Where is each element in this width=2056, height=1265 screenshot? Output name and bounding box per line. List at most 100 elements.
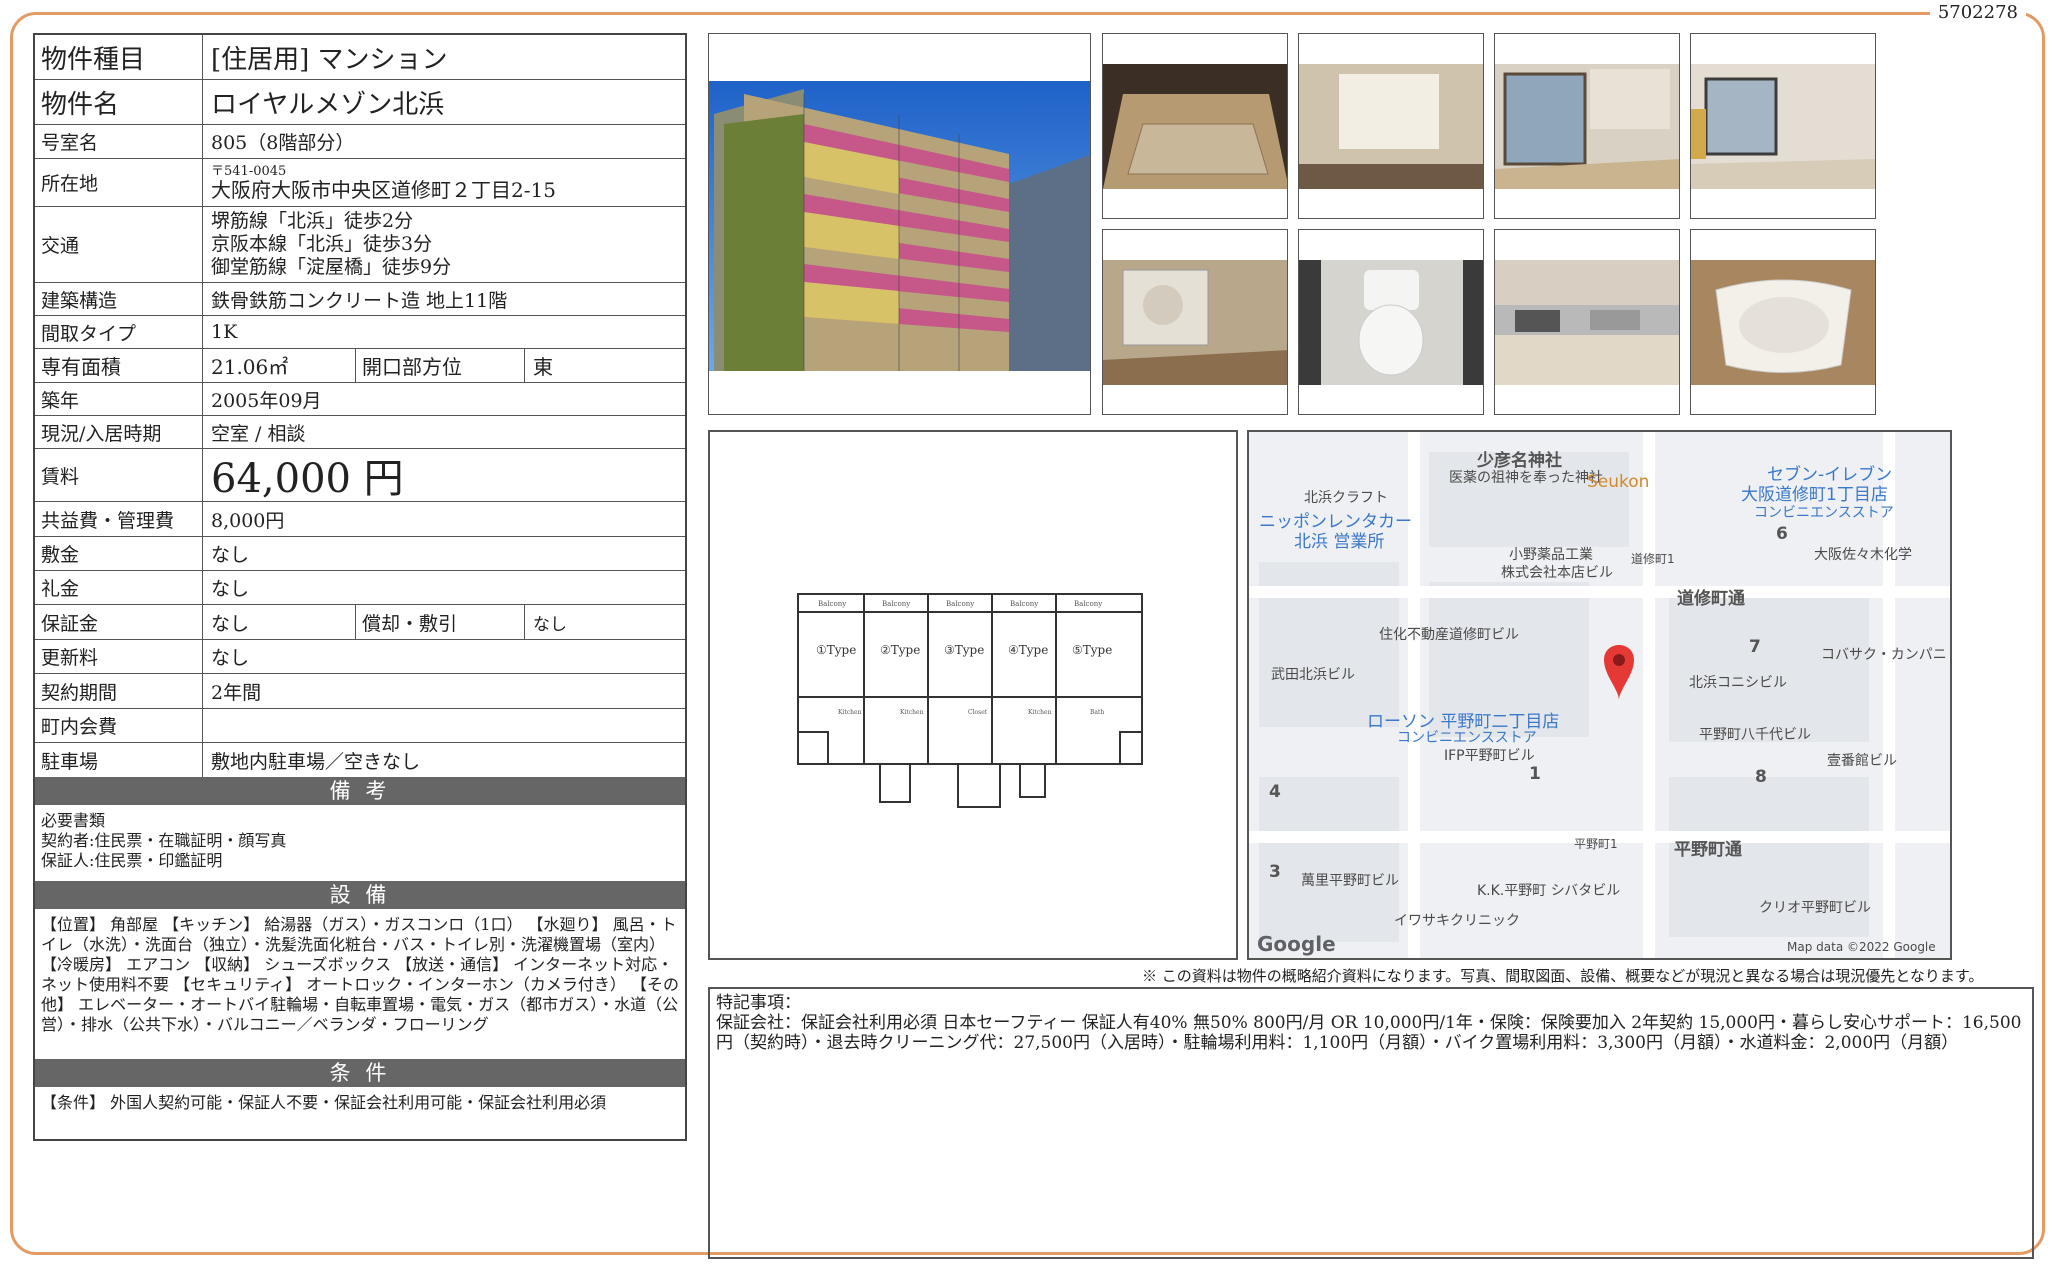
- plan-balcony-3: Balcony: [946, 600, 974, 608]
- row-structure: 建築構造 鉄骨鉄筋コンクリート造 地上11階: [35, 283, 685, 316]
- row-access: 交通 堺筋線「北浜」徒歩2分 京阪本線「北浜」徒歩3分 御堂筋線「淀屋橋」徒歩9…: [35, 207, 685, 283]
- label-contract: 契約期間: [35, 674, 203, 708]
- map-label-sumika: 住化不動産道修町ビル: [1379, 627, 1519, 643]
- map-label-kitahama-koni: 北浜コニシビル: [1689, 675, 1787, 691]
- plan-type-1: ①Type: [816, 643, 856, 657]
- plan-kitchen-1: Kitchen: [838, 709, 862, 716]
- room-photo-2: [1494, 33, 1680, 219]
- equipment-text: 【位置】 角部屋 【キッチン】 給湯器（ガス）・ガスコンロ（1口） 【水廻り】 …: [41, 915, 679, 1034]
- label-layout: 間取タイプ: [35, 316, 203, 348]
- row-built: 築年 2005年09月: [35, 383, 685, 416]
- plan-balcony-4: Balcony: [1010, 600, 1038, 608]
- map-attribution: Map data ©2022 Google: [1787, 940, 1936, 954]
- map-label-clio: クリオ平野町ビル: [1759, 900, 1871, 916]
- row-name: 物件名 ロイヤルメゾン北浜: [35, 80, 685, 125]
- row-status: 現況/入居時期 空室 / 相談: [35, 416, 685, 449]
- map-google-logo: Google: [1257, 932, 1336, 956]
- label-type: 物件種目: [35, 35, 203, 79]
- location-map[interactable]: 少彦名神社 医薬の祖神を奉った神社 Seukon セブン-イレブン 大阪道修町1…: [1247, 430, 1952, 960]
- row-address: 所在地 〒541-0045 大阪府大阪市中央区道修町２丁目2-15: [35, 159, 685, 207]
- row-contract: 契約期間 2年間: [35, 674, 685, 709]
- label-amortization: 償却・敷引: [355, 605, 525, 639]
- room-photo-kitchen: [1494, 229, 1680, 415]
- label-fee: 共益費・管理費: [35, 502, 203, 536]
- equipment-header: 設 備: [35, 881, 685, 909]
- value-structure: 鉄骨鉄筋コンクリート造 地上11階: [211, 289, 508, 312]
- row-area: 専有面積 21.06㎡ 開口部方位 東: [35, 349, 685, 383]
- access-line-2: 京阪本線「北浜」徒歩3分: [211, 233, 433, 255]
- row-renewal: 更新料 なし: [35, 640, 685, 674]
- access-line-3: 御堂筋線「淀屋橋」徒歩9分: [211, 256, 452, 278]
- map-label-n7: 7: [1749, 637, 1761, 657]
- label-name: 物件名: [35, 80, 203, 124]
- value-layout: 1K: [211, 321, 238, 343]
- plan-type-3: ③Type: [944, 643, 984, 657]
- special-remarks: 特記事項： 保証会社：保証会社利用必須 日本セーフティー 保証人有40% 無50…: [708, 987, 2034, 1259]
- label-keymoney: 礼金: [35, 571, 203, 604]
- map-label-kobasaku: コバサク・カンパニ: [1821, 647, 1947, 663]
- plan-type-4: ④Type: [1008, 643, 1048, 657]
- map-label-kk: K.K.平野町 シバタビル: [1477, 883, 1621, 899]
- value-fee: 8,000円: [211, 509, 285, 532]
- map-label-takeda: 武田北浜ビル: [1271, 667, 1355, 683]
- row-rent: 賃料 64,000 円: [35, 449, 685, 502]
- value-built: 2005年09月: [211, 389, 322, 412]
- map-label-ono: 小野薬品工業: [1509, 547, 1593, 563]
- value-parking: 敷地内駐車場／空きなし: [211, 750, 421, 773]
- document-id: 5702278: [1929, 2, 2026, 23]
- map-label-hirano8: 平野町八千代ビル: [1699, 727, 1811, 743]
- row-layout: 間取タイプ 1K: [35, 316, 685, 349]
- remarks-line-2: 契約者:住民票・在職証明・顔写真: [41, 831, 287, 850]
- value-status: 空室 / 相談: [211, 422, 306, 445]
- value-room: 805（8階部分）: [211, 132, 355, 154]
- plan-kitchen-2: Kitchen: [900, 709, 924, 716]
- plan-bath-5: Bath: [1090, 709, 1104, 716]
- map-label-nippon-rent2: 北浜 営業所: [1294, 532, 1385, 552]
- map-label-doshomachi1: 道修町1: [1631, 552, 1675, 566]
- remarks-line-1: 必要書類: [41, 811, 106, 830]
- value-access: 堺筋線「北浜」徒歩2分 京阪本線「北浜」徒歩3分 御堂筋線「淀屋橋」徒歩9分: [203, 207, 685, 282]
- plan-balcony-2: Balcony: [882, 600, 910, 608]
- map-label-lawson-conv: コンビニエンスストア: [1397, 730, 1537, 746]
- remarks-block: 必要書類 契約者:住民票・在職証明・顔写真 保証人:住民票・印鑑証明: [35, 805, 685, 881]
- remarks-title: 特記事項：: [716, 993, 801, 1013]
- postal-code: 〒541-0045: [211, 163, 287, 179]
- value-contract: 2年間: [211, 681, 262, 704]
- label-parking: 駐車場: [35, 743, 203, 777]
- label-area: 専有面積: [35, 349, 203, 382]
- row-fee: 共益費・管理費 8,000円: [35, 502, 685, 537]
- room-photo-1: [1298, 33, 1484, 219]
- row-room: 号室名 805（8階部分）: [35, 125, 685, 159]
- conditions-header: 条 件: [35, 1059, 685, 1087]
- value-deposit: なし: [211, 544, 250, 566]
- map-label-seukon: Seukon: [1587, 472, 1650, 492]
- map-label-mansato: 萬里平野町ビル: [1301, 873, 1399, 889]
- room-photo-toilet: [1298, 229, 1484, 415]
- value-direction: 東: [533, 355, 553, 379]
- room-photo-sink: [1690, 229, 1876, 415]
- access-line-1: 堺筋線「北浜」徒歩2分: [211, 210, 414, 232]
- remarks-header: 備 考: [35, 777, 685, 805]
- disclaimer-note: ※ この資料は物件の概略紹介資料になります。写真、間取図面、設備、概要などが現況…: [1142, 967, 1984, 985]
- label-access: 交通: [35, 207, 203, 282]
- value-amortization: なし: [533, 614, 567, 635]
- map-label-n1: 1: [1529, 764, 1541, 784]
- value-type: [住居用] マンション: [211, 44, 448, 75]
- map-label-kitahama-craft: 北浜クラフト: [1304, 490, 1388, 506]
- value-keymoney: なし: [211, 578, 250, 600]
- map-label-hirano1: 平野町1: [1574, 837, 1618, 851]
- row-community: 町内会費: [35, 709, 685, 743]
- room-photo-3: [1690, 33, 1876, 219]
- value-name: ロイヤルメゾン北浜: [211, 89, 445, 120]
- value-guarantee: なし: [211, 612, 250, 635]
- map-label-n8: 8: [1755, 767, 1767, 787]
- label-guarantee: 保証金: [35, 605, 203, 639]
- map-label-ono2: 株式会社本店ビル: [1501, 565, 1613, 581]
- label-structure: 建築構造: [35, 283, 203, 315]
- label-direction: 開口部方位: [355, 349, 525, 382]
- row-keymoney: 礼金 なし: [35, 571, 685, 605]
- label-built: 築年: [35, 383, 203, 415]
- map-label-ifp: IFP平野町ビル: [1444, 748, 1535, 764]
- row-type: 物件種目 [住居用] マンション: [35, 35, 685, 80]
- map-label-ichiban: 壹番館ビル: [1827, 753, 1897, 769]
